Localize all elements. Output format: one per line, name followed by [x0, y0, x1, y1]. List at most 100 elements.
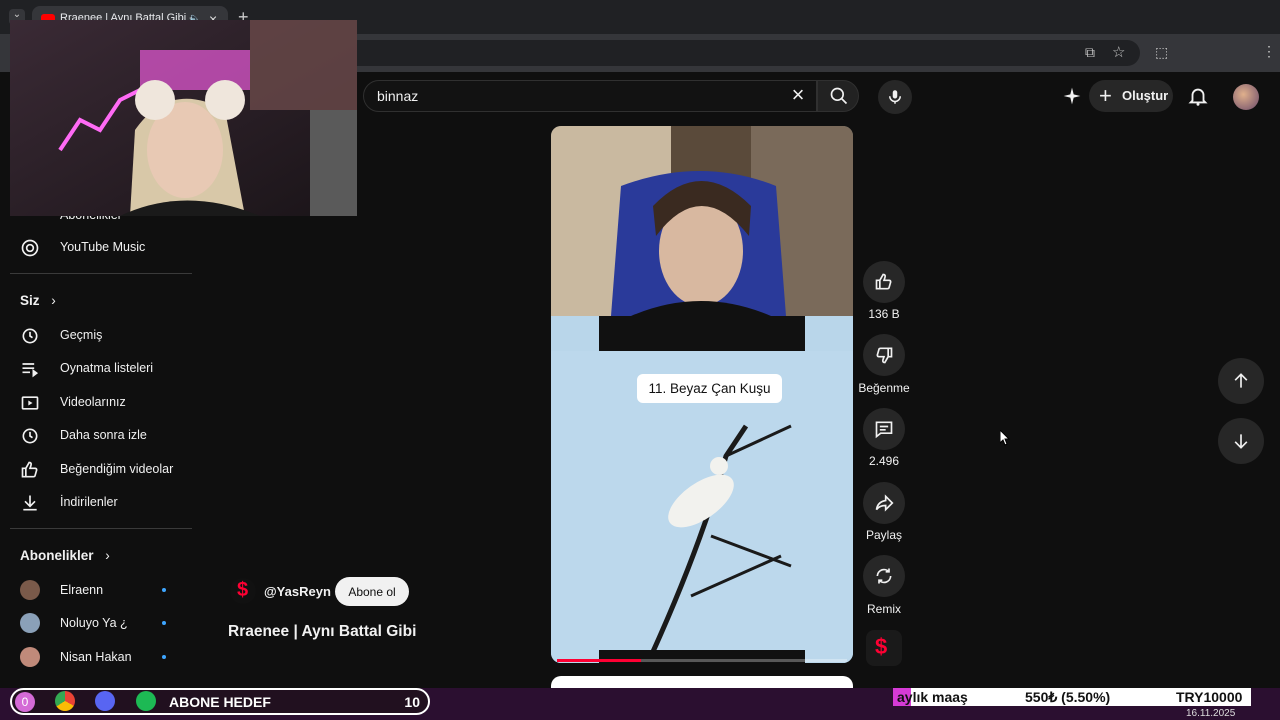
sidebar-channel-nisan-hakan[interactable]: Nisan Hakan — [10, 642, 190, 672]
search-button[interactable] — [817, 80, 859, 112]
shorts-progress-fill — [557, 659, 641, 662]
sidebar-item-label: YouTube Music — [60, 240, 146, 254]
sidebar-item-playlists[interactable]: Oynatma listeleri — [10, 353, 190, 383]
comment-icon — [875, 421, 893, 439]
clear-search-icon[interactable]: × — [786, 84, 810, 108]
playlists-icon — [22, 363, 39, 378]
taskbar-date: 16.11.2025 — [1186, 708, 1236, 719]
share-button[interactable] — [863, 482, 905, 524]
bookmark-star-icon[interactable]: ☆ — [1112, 43, 1125, 61]
remix-label: Remix — [866, 602, 901, 616]
cast-icon[interactable]: ⧉ — [1085, 44, 1095, 61]
notifications-bell-icon[interactable] — [1187, 85, 1209, 107]
channel-avatar — [20, 580, 40, 600]
remix-icon — [876, 568, 892, 584]
subscriber-goal-widget: 0 ABONE HEDEF 10 — [10, 688, 430, 715]
streamer-webcam — [10, 20, 357, 216]
next-short-button[interactable] — [1218, 418, 1264, 464]
search-input-value: binnaz — [377, 88, 419, 104]
comment-count: 2.496 — [868, 454, 900, 468]
sidebar-item-label: İndirilenler — [60, 495, 118, 509]
gemini-icon[interactable] — [1062, 86, 1082, 106]
ticker-middle: 550₺ (5.50%) — [1025, 689, 1111, 705]
sidebar-divider — [10, 528, 192, 529]
sidebar-item-youtube-music[interactable]: YouTube Music — [10, 232, 190, 262]
thumbs-up-icon — [875, 273, 892, 290]
channel-logo-icon: $ — [237, 579, 249, 601]
goal-label: ABONE HEDEF — [169, 694, 271, 710]
channel-avatar — [20, 647, 40, 667]
sidebar-item-label: Oynatma listeleri — [60, 361, 154, 375]
share-icon — [875, 494, 894, 512]
you-heading-label: Siz — [20, 293, 40, 308]
ticker-left: aylık maaş — [897, 689, 968, 705]
short-title: Rraenee | Aynı Battal Gibi — [228, 623, 417, 640]
your-videos-icon — [21, 396, 39, 410]
sidebar-item-history[interactable]: Geçmiş — [10, 320, 190, 350]
ticker-right: TRY10000 — [1176, 689, 1243, 705]
history-icon — [22, 328, 38, 344]
mouse-cursor-icon — [999, 428, 1011, 451]
chrome-menu-icon[interactable]: ⋮ — [1262, 43, 1276, 60]
video-overlay-text: 11. Beyaz Çan Kuşu — [637, 374, 782, 403]
sidebar-item-label: Geçmiş — [60, 328, 103, 342]
account-avatar[interactable] — [1233, 84, 1259, 110]
goal-target: 10 — [404, 694, 420, 710]
new-content-dot — [162, 655, 166, 659]
create-button[interactable]: + Oluştur — [1089, 80, 1173, 112]
sidebar-item-label: Daha sonra izle — [60, 428, 147, 442]
extensions-icon[interactable]: ⬚ — [1155, 44, 1168, 61]
sidebar-item-liked-videos[interactable]: Beğendiğim videolar — [10, 454, 190, 484]
sidebar-subscriptions-heading[interactable]: Abonelikler › — [20, 548, 110, 563]
youtube-music-icon — [21, 239, 39, 257]
chevron-right-icon: › — [105, 548, 110, 563]
microphone-icon — [889, 90, 901, 104]
download-icon — [23, 495, 37, 511]
chevron-right-icon: › — [51, 293, 56, 308]
thumbs-down-icon — [876, 347, 893, 364]
sidebar-item-watch-later[interactable]: Daha sonra izle — [10, 420, 190, 450]
discord-taskbar-icon[interactable] — [95, 691, 115, 711]
sidebar-item-your-videos[interactable]: Videolarınız — [10, 387, 190, 417]
channel-handle[interactable]: @YasReyn — [264, 584, 331, 599]
search-icon — [830, 87, 848, 105]
create-button-label: Oluştur — [1122, 88, 1169, 103]
dislike-button[interactable] — [863, 334, 905, 376]
liked-videos-icon — [21, 461, 38, 478]
like-count: 136 B — [868, 307, 900, 321]
arrow-down-icon — [1234, 434, 1248, 449]
channel-logo-icon: $ — [875, 634, 888, 659]
watch-later-icon — [22, 428, 38, 444]
previous-short-button[interactable] — [1218, 358, 1264, 404]
subscribe-button[interactable]: Abone ol — [335, 577, 409, 606]
sidebar-item-downloads[interactable]: İndirilenler — [10, 487, 190, 517]
channel-name: Nisan Hakan — [60, 650, 132, 664]
sidebar-you-heading[interactable]: Siz › — [20, 293, 56, 308]
spotify-taskbar-icon[interactable] — [136, 691, 156, 711]
arrow-up-icon — [1234, 373, 1248, 388]
sidebar-channel-noluyo[interactable]: Noluyo Ya ¿ — [10, 608, 190, 638]
new-content-dot — [162, 588, 166, 592]
channel-avatar — [20, 613, 40, 633]
channel-name: Elraenn — [60, 583, 104, 597]
dislike-label: Beğenme — [858, 381, 910, 395]
plus-icon: + — [1099, 83, 1112, 108]
search-input[interactable]: binnaz — [363, 80, 817, 112]
share-label: Paylaş — [865, 528, 903, 542]
sidebar-item-label: Beğendiğim videolar — [60, 462, 174, 476]
channel-avatar[interactable]: $ — [230, 578, 256, 604]
sound-channel-thumbnail[interactable]: $ — [866, 630, 902, 666]
salary-ticker: aylık maaş 550₺ (5.50%) TRY10000 — [893, 688, 1251, 706]
chrome-taskbar-icon[interactable] — [55, 691, 75, 711]
channel-name: Noluyo Ya ¿ — [60, 616, 128, 630]
subscriptions-heading-label: Abonelikler — [20, 548, 94, 563]
goal-count: 0 — [15, 692, 35, 712]
sidebar-channel-elraenn[interactable]: Elraenn — [10, 575, 190, 605]
voice-search-button[interactable] — [878, 80, 912, 114]
like-button[interactable] — [863, 261, 905, 303]
comments-button[interactable] — [863, 408, 905, 450]
sidebar-item-label: Videolarınız — [60, 395, 126, 409]
remix-button[interactable] — [863, 555, 905, 597]
new-content-dot — [162, 621, 166, 625]
sidebar-divider — [10, 273, 192, 274]
